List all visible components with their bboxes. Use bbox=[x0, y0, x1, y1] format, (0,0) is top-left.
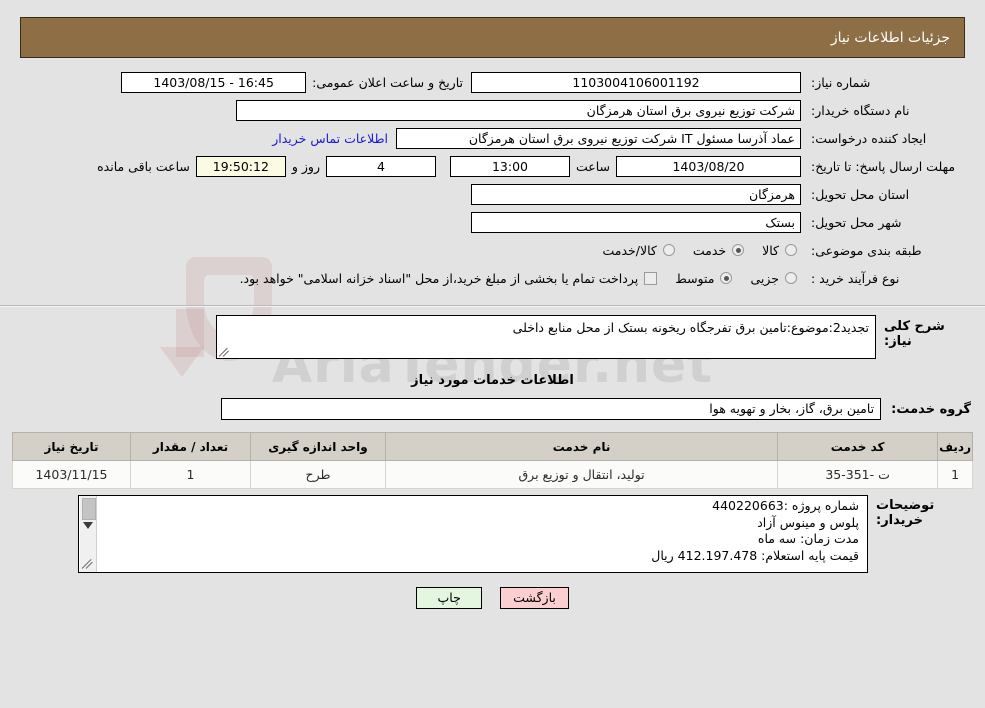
buyer-notes-textarea[interactable]: شماره پروژه :440220663 پلوس و مینوس آزاد… bbox=[78, 495, 868, 573]
buyer-org-value: شرکت توزیع نیروی برق استان هرمزگان bbox=[236, 99, 801, 121]
buyer-notes-label: توضیحات خریدار: bbox=[876, 498, 935, 528]
row-buyer-org: نام دستگاه خریدار: شرکت توزیع نیروی برق … bbox=[14, 97, 971, 123]
city-label: شهر محل تحویل: bbox=[811, 214, 902, 230]
days-label: روز و bbox=[291, 158, 320, 174]
checkbox-islamic-treasury[interactable] bbox=[644, 271, 658, 285]
radio-category-service-label: خدمت bbox=[692, 242, 727, 258]
items-table: ردیف کد خدمت نام خدمت واحد اندازه گیری ت… bbox=[12, 432, 973, 489]
need-description-value: تجدید2:موضوع:تامین برق تفرجگاه ریخونه بس… bbox=[512, 320, 869, 335]
creator-label: ایجاد کننده درخواست: bbox=[811, 130, 927, 146]
category-label: طبقه بندی موضوعی: bbox=[811, 242, 922, 258]
radio-category-goods-label: کالا bbox=[762, 242, 779, 258]
th-unit: واحد اندازه گیری bbox=[250, 432, 386, 461]
services-section-title: اطلاعات خدمات مورد نیاز bbox=[411, 373, 574, 388]
footer-actions: بازگشت چاپ bbox=[0, 587, 985, 609]
row-deadline: مهلت ارسال پاسخ: تا تاریخ: 1403/08/20 سا… bbox=[14, 153, 971, 179]
buyer-notes-scrollbar[interactable] bbox=[79, 496, 97, 572]
th-service-name: نام خدمت bbox=[384, 432, 779, 461]
cell-quantity: 1 bbox=[130, 460, 251, 489]
countdown-timer: 19:50:12 bbox=[195, 155, 286, 177]
service-group-value: تامین برق، گاز، بخار و تهویه هوا bbox=[221, 398, 882, 420]
page-title: جزئیات اطلاعات نیاز bbox=[830, 29, 950, 46]
buyer-notes-section: توضیحات خریدار: شماره پروژه :440220663 پ… bbox=[0, 489, 985, 573]
radio-category-goods-service[interactable] bbox=[662, 244, 675, 256]
scrollbar-thumb[interactable] bbox=[82, 498, 96, 520]
table-header-row: ردیف کد خدمت نام خدمت واحد اندازه گیری ت… bbox=[12, 432, 973, 461]
deadline-date-value: 1403/08/20 bbox=[616, 155, 801, 177]
chevron-down-icon[interactable] bbox=[83, 522, 93, 529]
th-index: ردیف bbox=[937, 432, 973, 461]
radio-category-goods[interactable] bbox=[785, 244, 797, 256]
process-type-label: نوع فرآیند خرید : bbox=[811, 270, 900, 286]
row-process-type: نوع فرآیند خرید : جزیی متوسط پرداخت تمام… bbox=[14, 265, 971, 291]
row-creator: ایجاد کننده درخواست: عماد آذرسا مسئول IT… bbox=[14, 125, 971, 151]
need-description-label: شرح کلی نیاز: bbox=[884, 319, 945, 349]
row-province: استان محل تحویل: هرمزگان bbox=[14, 181, 971, 207]
timer-suffix-label: ساعت باقی مانده bbox=[97, 158, 190, 174]
page-root: جزئیات اطلاعات نیاز شماره نیاز: 11030041… bbox=[0, 17, 985, 609]
cell-service-code: ت -351-35 bbox=[777, 460, 939, 489]
radio-category-goods-service-label: کالا/خدمت bbox=[602, 242, 657, 258]
cell-unit: طرح bbox=[250, 460, 386, 489]
row-category: طبقه بندی موضوعی: کالا خدمت کالا/خدمت bbox=[14, 237, 971, 263]
radio-process-medium[interactable] bbox=[720, 272, 733, 284]
radio-process-minor[interactable] bbox=[785, 272, 797, 284]
need-info-panel: شماره نیاز: 1103004106001192 تاریخ و ساع… bbox=[0, 69, 985, 299]
row-need-number: شماره نیاز: 1103004106001192 تاریخ و ساع… bbox=[14, 69, 971, 95]
city-value: بستک bbox=[471, 211, 801, 233]
need-description-textarea[interactable]: تجدید2:موضوع:تامین برق تفرجگاه ریخونه بس… bbox=[216, 315, 876, 359]
hour-label: ساعت bbox=[575, 158, 610, 174]
need-number-label: شماره نیاز: bbox=[811, 74, 871, 90]
back-button[interactable]: بازگشت bbox=[500, 587, 569, 609]
buyer-org-label: نام دستگاه خریدار: bbox=[811, 102, 910, 118]
page-header: جزئیات اطلاعات نیاز bbox=[20, 17, 965, 58]
public-announce-label: تاریخ و ساعت اعلان عمومی: bbox=[312, 74, 463, 90]
province-value: هرمزگان bbox=[471, 183, 801, 205]
buyer-notes-value: شماره پروژه :440220663 پلوس و مینوس آزاد… bbox=[651, 498, 859, 563]
need-description-section: شرح کلی نیاز: تجدید2:موضوع:تامین برق تفر… bbox=[0, 307, 985, 359]
th-need-date: تاریخ نیاز bbox=[12, 432, 131, 461]
table-row: 1 ت -351-35 تولید، انتقال و توزیع برق طر… bbox=[12, 460, 973, 489]
print-button[interactable]: چاپ bbox=[416, 587, 483, 609]
resize-grip-icon[interactable] bbox=[81, 556, 96, 570]
province-label: استان محل تحویل: bbox=[811, 186, 910, 202]
deadline-time-value: 13:00 bbox=[449, 155, 570, 177]
radio-process-minor-label: جزیی bbox=[750, 270, 779, 286]
radio-category-service[interactable] bbox=[732, 244, 745, 256]
deadline-label: مهلت ارسال پاسخ: تا تاریخ: bbox=[811, 158, 956, 174]
days-left-value: 4 bbox=[325, 155, 436, 177]
need-number-value: 1103004106001192 bbox=[471, 71, 801, 93]
service-group-label: گروه خدمت: bbox=[891, 401, 971, 417]
creator-value: عماد آذرسا مسئول IT شرکت توزیع نیروی برق… bbox=[396, 127, 801, 149]
items-table-wrapper: ردیف کد خدمت نام خدمت واحد اندازه گیری ت… bbox=[0, 432, 985, 489]
resize-grip-icon[interactable] bbox=[218, 345, 231, 357]
radio-process-medium-label: متوسط bbox=[675, 270, 715, 286]
cell-service-name: تولید، انتقال و توزیع برق bbox=[384, 460, 779, 489]
cell-need-date: 1403/11/15 bbox=[12, 460, 131, 489]
cell-index: 1 bbox=[937, 460, 973, 489]
islamic-treasury-note: پرداخت تمام یا بخشی از مبلغ خرید،از محل … bbox=[239, 270, 639, 286]
public-announce-value: 1403/08/15 - 16:45 bbox=[121, 71, 307, 93]
th-quantity: تعداد / مقدار bbox=[130, 432, 251, 461]
th-service-code: کد خدمت bbox=[777, 432, 939, 461]
row-city: شهر محل تحویل: بستک bbox=[14, 209, 971, 235]
service-group-row: گروه خدمت: تامین برق، گاز، بخار و تهویه … bbox=[0, 398, 985, 420]
buyer-contact-link[interactable]: اطلاعات تماس خریدار bbox=[264, 131, 396, 146]
